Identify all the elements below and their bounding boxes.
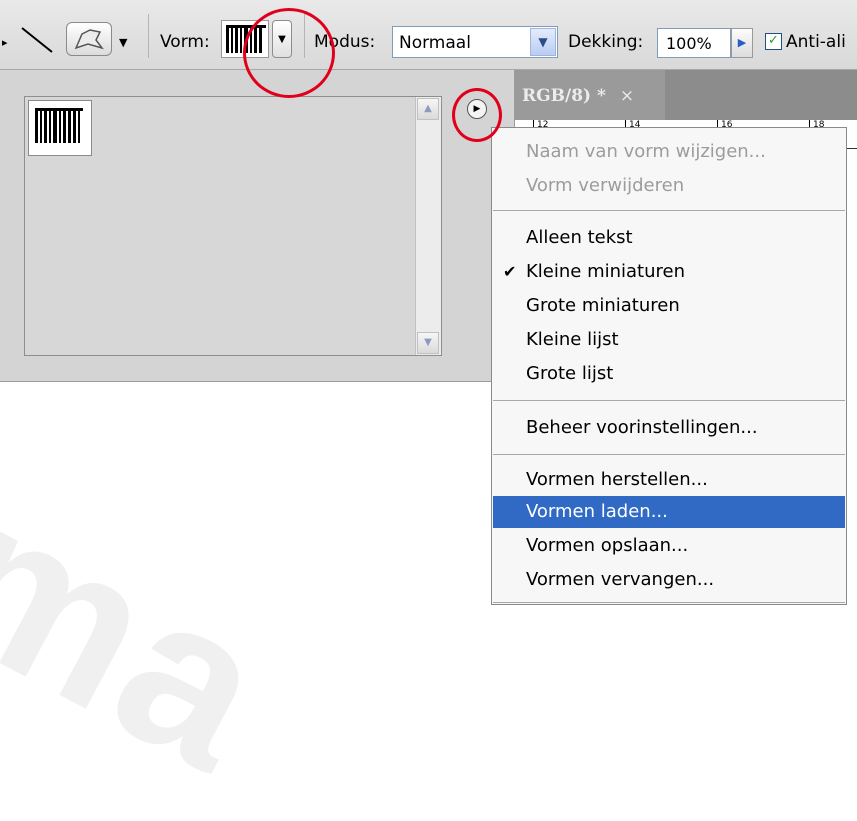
menu-item-rename-shape[interactable]: Naam van vorm wijzigen... <box>493 136 845 168</box>
menu-item-replace-shapes[interactable]: Vormen vervangen... <box>493 564 845 596</box>
menu-item-large-thumbnails[interactable]: Grote miniaturen <box>493 290 845 322</box>
toolbar-separator <box>148 14 149 58</box>
chevron-down-icon[interactable]: ▼ <box>530 28 556 56</box>
scroll-up-button[interactable]: ▲ <box>417 98 439 120</box>
checkmark-icon: ✓ <box>768 33 779 48</box>
dekking-value: 100% <box>666 34 712 53</box>
menu-item-load-shapes[interactable]: Vormen laden... <box>493 496 845 528</box>
menu-item-label: Grote lijst <box>526 363 614 384</box>
anti-alias-label: Anti-ali <box>786 32 846 52</box>
shape-context-menu: Naam van vorm wijzigen... Vorm verwijder… <box>491 127 847 605</box>
menu-item-label: Kleine lijst <box>526 329 619 350</box>
options-bar: ▸ ▼ Vorm: ▼ Modus: Normaal ▼ Dekking: 10… <box>0 0 857 70</box>
menu-item-label: Vormen laden... <box>526 501 668 522</box>
menu-item-label: Grote miniaturen <box>526 295 680 316</box>
menu-separator <box>493 454 845 455</box>
watermark: ma <box>0 447 307 818</box>
menu-item-label: Alleen tekst <box>526 227 633 248</box>
document-tab-title: RGB/8) * × <box>522 86 634 106</box>
menu-separator <box>493 210 845 211</box>
close-icon[interactable]: × <box>620 86 634 106</box>
tab-bar-background <box>665 70 857 120</box>
custom-shape-tool-button[interactable] <box>66 22 112 56</box>
dekking-slider-button[interactable]: ▶ <box>731 28 753 58</box>
menu-item-label: Vormen herstellen... <box>526 469 708 490</box>
shape-thumbnail[interactable] <box>28 100 92 156</box>
menu-item-label: Vormen vervangen... <box>526 569 715 590</box>
document-tab[interactable]: RGB/8) * × <box>515 70 665 120</box>
menu-item-preset-manager[interactable]: Beheer voorinstellingen... <box>493 412 845 444</box>
menu-item-label: Vorm verwijderen <box>526 175 685 196</box>
scroll-down-button[interactable]: ▼ <box>417 332 439 354</box>
custom-shape-icon <box>74 29 104 50</box>
menu-item-delete-shape[interactable]: Vorm verwijderen <box>493 170 845 202</box>
document-tab-label: RGB/8) * <box>522 86 606 106</box>
barcode-shape-icon <box>35 108 83 143</box>
annotation-circle <box>243 8 335 98</box>
dekking-field[interactable]: 100% <box>657 28 731 58</box>
shape-list-scrollbar[interactable]: ▲ ▼ <box>415 97 441 355</box>
checkmark-icon: ✔ <box>503 262 517 281</box>
menu-item-small-list[interactable]: Kleine lijst <box>493 324 845 356</box>
menu-item-label: Naam van vorm wijzigen... <box>526 141 766 162</box>
menu-item-label: Vormen opslaan... <box>526 535 689 556</box>
line-tool-icon <box>21 27 53 53</box>
vorm-label: Vorm: <box>160 32 210 52</box>
modus-select[interactable]: Normaal ▼ <box>392 26 558 58</box>
chevron-up-icon: ▲ <box>424 103 432 114</box>
menu-item-save-shapes[interactable]: Vormen opslaan... <box>493 530 845 562</box>
annotation-circle <box>452 88 502 142</box>
menu-item-text-only[interactable]: Alleen tekst <box>493 222 845 254</box>
modus-value: Normaal <box>399 33 471 53</box>
line-tool-button[interactable] <box>18 22 58 56</box>
anti-alias-checkbox[interactable]: ✓ <box>765 33 782 50</box>
toolbar-edge-icon: ▸ <box>2 36 8 49</box>
menu-item-label: Beheer voorinstellingen... <box>526 417 758 438</box>
menu-item-small-thumbnails[interactable]: ✔ Kleine miniaturen <box>493 256 845 288</box>
menu-separator <box>493 400 845 401</box>
chevron-down-icon: ▼ <box>424 337 432 348</box>
shape-picker-panel: ▲ ▼ ▶ <box>0 70 515 382</box>
menu-item-reset-shapes[interactable]: Vormen herstellen... <box>493 464 845 496</box>
menu-separator <box>493 602 845 603</box>
menu-item-label: Kleine miniaturen <box>526 261 686 282</box>
shape-tool-dropdown-icon[interactable]: ▼ <box>119 36 127 49</box>
shape-list[interactable]: ▲ ▼ <box>24 96 442 356</box>
menu-item-large-list[interactable]: Grote lijst <box>493 358 845 390</box>
dekking-label: Dekking: <box>568 32 644 52</box>
play-arrow-icon: ▶ <box>737 36 747 49</box>
